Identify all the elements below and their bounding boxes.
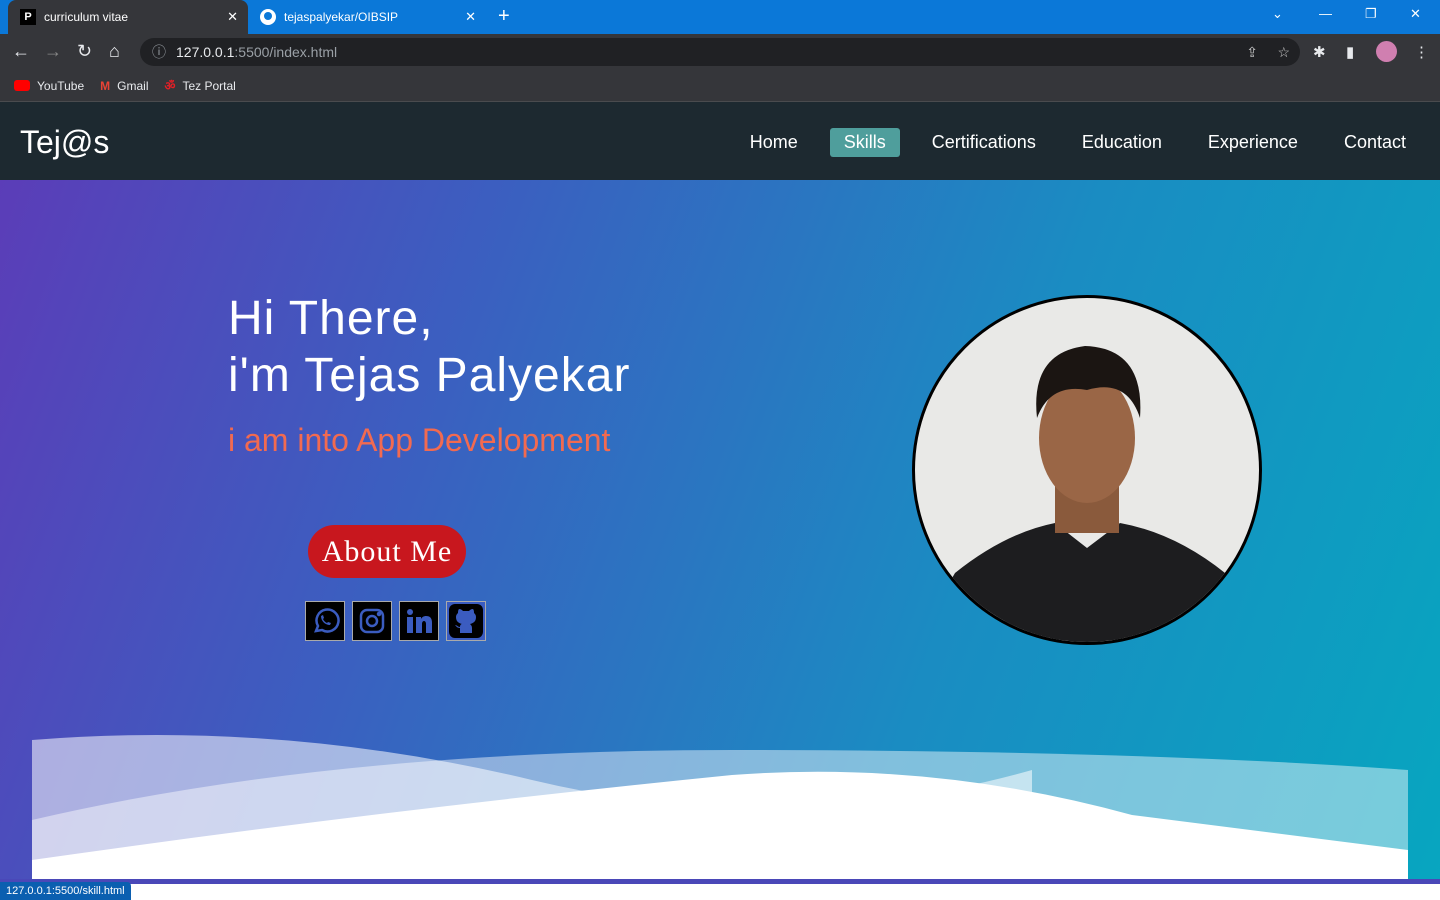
profile-photo (912, 295, 1262, 645)
nav-contact[interactable]: Contact (1330, 128, 1420, 157)
home-icon[interactable]: ⌂ (109, 41, 120, 62)
url-host: 127.0.0.1 (176, 44, 235, 60)
tab-search-icon[interactable]: ⌄ (1272, 6, 1283, 22)
site-menu: Home Skills Certifications Education Exp… (736, 128, 1420, 157)
extensions-icon[interactable]: ✱ (1313, 43, 1326, 61)
tab-curriculum-vitae[interactable]: P curriculum vitae ✕ (8, 0, 248, 34)
nav-education[interactable]: Education (1068, 128, 1176, 157)
bookmark-tez-portal[interactable]: ॐ Tez Portal (165, 77, 236, 94)
greeting-line: Hi There, (228, 292, 434, 345)
name-line: i'm Tejas Palyekar (228, 349, 631, 402)
reload-icon[interactable]: ↻ (77, 41, 92, 62)
youtube-icon (14, 80, 30, 91)
page-bottom (0, 884, 1440, 900)
site-favicon-icon: P (20, 9, 36, 25)
site-navbar: Tej@s Home Skills Certifications Educati… (0, 102, 1440, 180)
address-bar[interactable]: ⓘ 127.0.0.1:5500/index.html ⇪ ☆ (140, 38, 1300, 66)
social-links (305, 601, 486, 641)
github-icon (260, 9, 276, 25)
side-panel-icon[interactable]: ▮ (1346, 43, 1354, 61)
nav-skills[interactable]: Skills (829, 128, 900, 157)
info-icon: ⓘ (152, 44, 166, 60)
airtel-icon: ॐ (164, 79, 176, 93)
tab-bar: P curriculum vitae ✕ tejaspalyekar/OIBSI… (0, 0, 1440, 34)
site-logo[interactable]: Tej@s (20, 124, 109, 161)
hero-tagline: i am into App Development (228, 422, 611, 458)
bookmark-label: Tez Portal (182, 78, 236, 93)
close-tab-icon[interactable]: ✕ (227, 9, 238, 25)
tab-github[interactable]: tejaspalyekar/OIBSIP ✕ (248, 0, 486, 34)
bookmark-label: Gmail (117, 78, 149, 93)
decorative-waves (32, 735, 1408, 880)
instagram-icon[interactable] (352, 601, 392, 641)
profile-avatar[interactable] (1376, 41, 1397, 62)
github-icon[interactable] (446, 601, 486, 641)
star-icon[interactable]: ☆ (1277, 44, 1290, 61)
nav-home[interactable]: Home (736, 128, 812, 157)
minimize-button[interactable]: — (1319, 6, 1332, 21)
nav-certifications[interactable]: Certifications (918, 128, 1050, 157)
forward-icon[interactable]: → (44, 41, 62, 62)
status-bar-url: 127.0.0.1:5500/skill.html (0, 882, 131, 900)
hero-heading: Hi There, i'm Tejas Palyekar (228, 290, 630, 404)
gmail-icon: M (100, 78, 111, 93)
hero-section: Hi There, i'm Tejas Palyekar i am into Ap… (0, 180, 1440, 900)
restore-button[interactable]: ❐ (1365, 6, 1377, 22)
close-window-button[interactable]: ✕ (1410, 6, 1421, 22)
browser-toolbar: ← → ↻ ⌂ ⓘ 127.0.0.1:5500/index.html ⇪ ☆ … (0, 34, 1440, 70)
new-tab-button[interactable]: + (498, 5, 510, 28)
nav-experience[interactable]: Experience (1194, 128, 1312, 157)
tab-label: curriculum vitae (44, 10, 129, 24)
url-path: :5500/index.html (234, 44, 338, 60)
bookmark-label: YouTube (37, 78, 85, 93)
about-me-button[interactable]: About Me (308, 525, 466, 578)
share-icon[interactable]: ⇪ (1246, 44, 1258, 61)
whatsapp-icon[interactable] (305, 601, 345, 641)
menu-icon[interactable]: ⋮ (1414, 43, 1429, 61)
bookmark-gmail[interactable]: M Gmail (100, 79, 148, 93)
bookmark-youtube[interactable]: YouTube (14, 79, 84, 93)
tab-label: tejaspalyekar/OIBSIP (284, 10, 399, 24)
back-icon[interactable]: ← (12, 41, 30, 62)
bookmarks-bar: YouTube M Gmail ॐ Tez Portal (0, 70, 1440, 102)
close-tab-icon[interactable]: ✕ (465, 9, 476, 25)
linkedin-icon[interactable] (399, 601, 439, 641)
